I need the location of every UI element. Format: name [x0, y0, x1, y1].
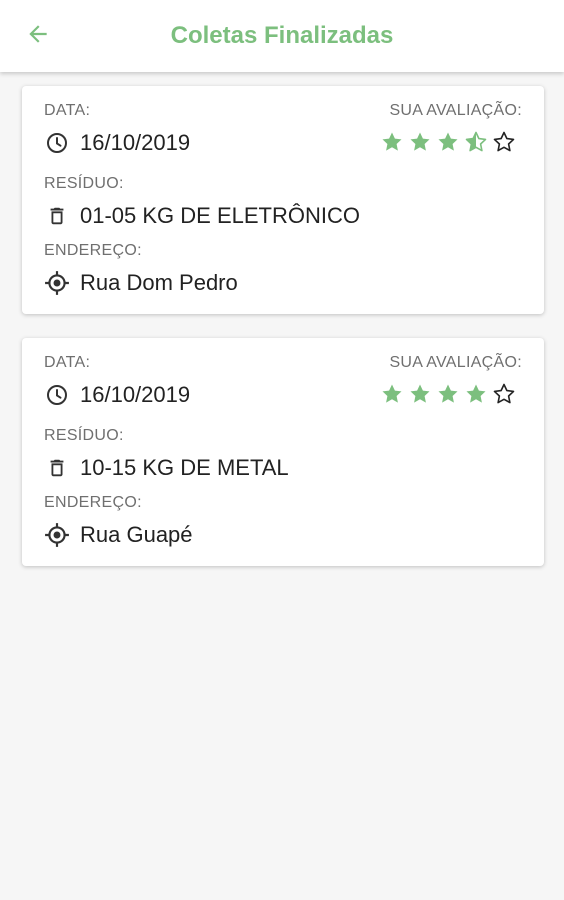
- waste-label: RESÍDUO:: [44, 175, 124, 192]
- waste-value: 01-05 KG DE ELETRÔNICO: [80, 203, 360, 228]
- rating-label: SUA AVALIAÇÃO:: [389, 102, 522, 119]
- date-value: 16/10/2019: [80, 130, 191, 155]
- location-target-icon: [44, 270, 70, 296]
- date-row: 16/10/2019: [44, 380, 190, 410]
- address-value: Rua Dom Pedro: [80, 270, 238, 295]
- app-bar: Coletas Finalizadas: [0, 0, 564, 72]
- date-value: 16/10/2019: [80, 382, 191, 407]
- clock-icon: [44, 382, 70, 408]
- date-label: DATA:: [44, 102, 91, 119]
- waste-row: 01-05 KG DE ELETRÔNICO: [44, 201, 360, 231]
- star-filled-icon: [408, 130, 432, 154]
- star-outline-icon: [492, 130, 516, 154]
- rating-label: SUA AVALIAÇÃO:: [389, 354, 522, 371]
- trash-icon: [44, 455, 70, 481]
- waste-label: RESÍDUO:: [44, 427, 124, 444]
- star-filled-icon: [408, 382, 432, 406]
- location-target-icon: [44, 522, 70, 548]
- rating-stars: [380, 130, 516, 154]
- collection-card[interactable]: DATA: SUA AVALIAÇÃO: 16/10/2019 RESÍDUO:…: [22, 86, 544, 314]
- collection-card[interactable]: DATA: SUA AVALIAÇÃO: 16/10/2019 RESÍDUO:…: [22, 338, 544, 566]
- star-filled-icon: [380, 382, 404, 406]
- waste-value: 10-15 KG DE METAL: [80, 455, 289, 480]
- star-filled-icon: [464, 382, 488, 406]
- waste-row: 10-15 KG DE METAL: [44, 453, 289, 483]
- star-outline-icon: [492, 382, 516, 406]
- page-title: Coletas Finalizadas: [170, 22, 394, 49]
- trash-icon: [44, 203, 70, 229]
- address-row: Rua Guapé: [44, 520, 193, 550]
- date-row: 16/10/2019: [44, 128, 190, 158]
- address-label: ENDEREÇO:: [44, 494, 142, 511]
- date-label: DATA:: [44, 354, 91, 371]
- star-filled-icon: [380, 130, 404, 154]
- address-label: ENDEREÇO:: [44, 242, 142, 259]
- star-half-icon: [464, 130, 488, 154]
- clock-icon: [44, 130, 70, 156]
- star-filled-icon: [436, 382, 460, 406]
- address-value: Rua Guapé: [80, 522, 193, 547]
- address-row: Rua Dom Pedro: [44, 268, 238, 298]
- collections-list: DATA: SUA AVALIAÇÃO: 16/10/2019 RESÍDUO:…: [22, 86, 544, 590]
- star-filled-icon: [436, 130, 460, 154]
- rating-stars: [380, 382, 516, 406]
